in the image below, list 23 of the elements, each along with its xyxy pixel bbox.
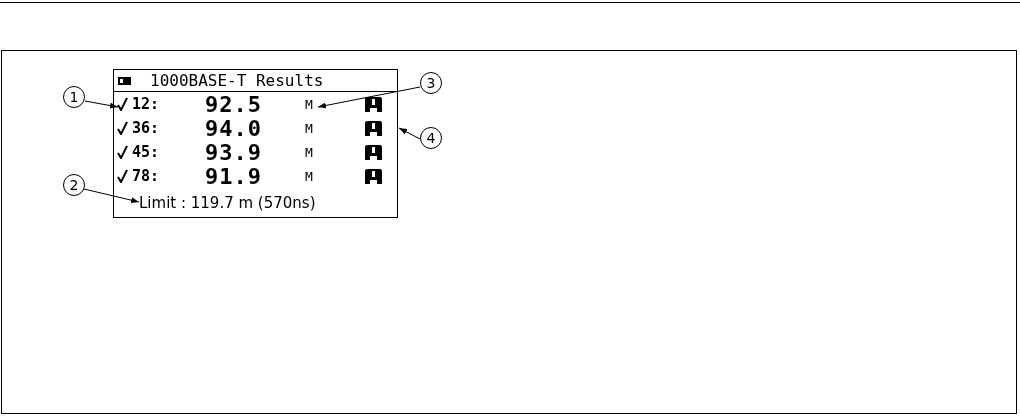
battery-icon [118,76,132,85]
pair-label: 45: [132,143,161,161]
length-value: 93.9 [205,139,263,165]
connector-icon [365,144,382,160]
callout-number: 4 [420,127,442,149]
unit-label: M [305,168,314,184]
connector-icon [365,120,382,136]
length-value: 91.9 [205,163,263,189]
pair-label: 36: [132,119,161,137]
unit-label: M [305,120,314,136]
callout-number: 3 [420,72,442,94]
callout-number: 2 [63,174,85,196]
connector-icon [365,168,382,184]
pair-label: 78: [132,167,161,185]
pair-label: 12: [132,95,161,113]
screen-title: 1000BASE-T Results [150,72,324,89]
length-value: 92.5 [205,91,263,117]
callout-number: 1 [63,86,85,108]
length-value: 94.0 [205,115,263,141]
unit-label: M [305,96,314,112]
connector-icon [365,96,382,112]
limit-text: Limit : 119.7 m (570ns) [139,194,317,212]
unit-label: M [305,144,314,160]
